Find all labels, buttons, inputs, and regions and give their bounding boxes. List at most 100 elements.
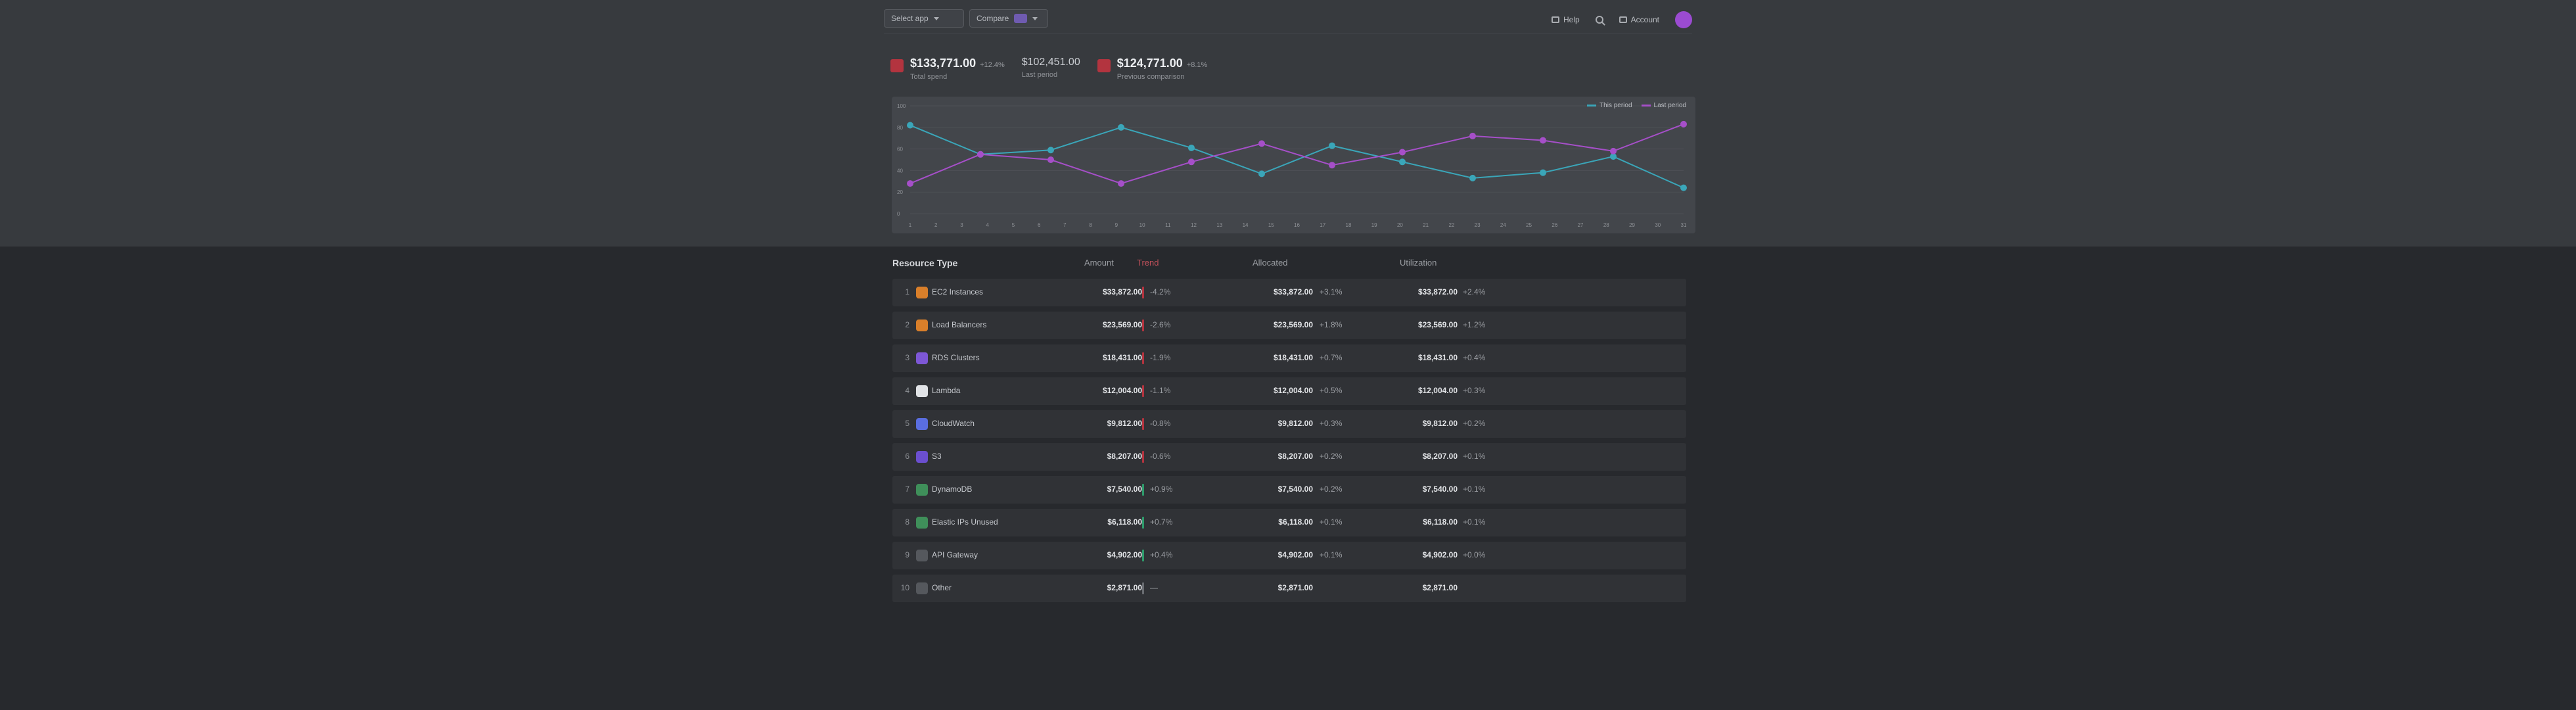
trend-indicator <box>1142 451 1144 463</box>
row-allocated: $33,872.00 <box>1273 287 1313 296</box>
column-header-allocated[interactable]: Allocated <box>1253 258 1287 268</box>
x-tick-label: 1 <box>909 222 912 228</box>
x-tick-label: 14 <box>1243 222 1249 228</box>
data-point[interactable] <box>1399 158 1406 166</box>
trend-indicator <box>1142 385 1144 397</box>
row-utilization: $2,871.00 <box>1422 583 1458 592</box>
row-trend-change: -1.9% <box>1150 353 1171 362</box>
x-tick-label: 28 <box>1603 222 1609 228</box>
row-trend-change: -0.8% <box>1150 419 1171 428</box>
x-tick-label: 12 <box>1191 222 1197 228</box>
row-name[interactable]: RDS Clusters <box>932 353 980 362</box>
row-utilization-change: +0.4% <box>1463 353 1486 362</box>
data-point[interactable] <box>977 151 984 158</box>
data-point[interactable] <box>1047 156 1054 163</box>
row-trend-change: -4.2% <box>1150 287 1171 296</box>
x-tick-label: 2 <box>934 222 938 228</box>
data-point[interactable] <box>1399 149 1406 156</box>
row-name[interactable]: CloudWatch <box>932 419 975 428</box>
x-tick-label: 13 <box>1216 222 1222 228</box>
row-utilization-change: +0.1% <box>1463 517 1486 527</box>
table-row[interactable]: 10 Other $2,871.00 — $2,871.00 $2,871.00 <box>892 575 1686 602</box>
table-row[interactable]: 6 S3 $8,207.00 -0.6% $8,207.00 +0.2% $8,207.00… <box>892 443 1686 471</box>
row-allocated: $2,871.00 <box>1277 583 1313 592</box>
table-row[interactable]: 7 DynamoDB $7,540.00 +0.9% $7,540.00 +0.2% $7,… <box>892 476 1686 504</box>
column-header-utilization[interactable]: Utilization <box>1400 258 1437 268</box>
service-logo-icon <box>916 287 928 298</box>
data-point[interactable] <box>907 180 913 187</box>
row-name[interactable]: Other <box>932 583 952 592</box>
app-select[interactable]: Select app <box>884 9 964 28</box>
row-utilization-change: +0.1% <box>1463 485 1486 494</box>
row-amount: $6,118.00 <box>1107 517 1142 527</box>
service-logo-icon <box>916 451 928 463</box>
data-point[interactable] <box>1258 140 1265 147</box>
row-rank: 3 <box>905 353 909 362</box>
row-name[interactable]: Lambda <box>932 386 960 395</box>
account-button[interactable]: Account <box>1619 15 1659 24</box>
data-point[interactable] <box>1469 132 1476 139</box>
data-point[interactable] <box>1329 142 1335 149</box>
row-rank: 2 <box>905 320 909 329</box>
stat-label: Last period <box>1021 71 1058 79</box>
trend-indicator <box>1142 484 1144 496</box>
row-name[interactable]: EC2 Instances <box>932 287 983 296</box>
row-utilization-change: +0.1% <box>1463 452 1486 461</box>
row-amount: $12,004.00 <box>1102 386 1142 395</box>
data-point[interactable] <box>1680 184 1687 191</box>
row-utilization: $8,207.00 <box>1422 452 1458 461</box>
data-point[interactable] <box>1258 170 1265 178</box>
row-name[interactable]: API Gateway <box>932 550 978 559</box>
data-point[interactable] <box>1469 174 1476 181</box>
avatar[interactable] <box>1675 11 1692 28</box>
trend-indicator <box>1142 517 1144 529</box>
data-point[interactable] <box>907 122 913 129</box>
x-tick-label: 26 <box>1552 222 1557 228</box>
search-button[interactable] <box>1595 16 1603 24</box>
row-utilization: $18,431.00 <box>1417 353 1458 362</box>
row-name[interactable]: S3 <box>932 452 942 461</box>
trend-indicator <box>1142 582 1144 594</box>
help-button[interactable]: Help <box>1551 15 1580 24</box>
column-header-resource[interactable]: Resource Type <box>892 258 957 268</box>
row-allocated: $8,207.00 <box>1277 452 1313 461</box>
service-logo-icon <box>916 320 928 331</box>
row-trend-change: -0.6% <box>1150 452 1171 461</box>
table-row[interactable]: 9 API Gateway $4,902.00 +0.4% $4,902.00 +0.1%… <box>892 542 1686 569</box>
data-point[interactable] <box>1610 147 1617 154</box>
data-point[interactable] <box>1188 158 1195 166</box>
table-row[interactable]: 5 CloudWatch $9,812.00 -0.8% $9,812.00 +0.3% $… <box>892 410 1686 438</box>
user-icon <box>1619 16 1627 23</box>
row-name[interactable]: Load Balancers <box>932 320 986 329</box>
row-allocated-change: +3.1% <box>1320 287 1343 296</box>
column-header-trend[interactable]: Trend <box>1137 258 1159 268</box>
data-point[interactable] <box>1540 137 1546 144</box>
compare-select[interactable]: Compare <box>969 9 1048 28</box>
data-point[interactable] <box>1680 120 1687 128</box>
row-utilization-change: +0.3% <box>1463 386 1486 395</box>
legend-item[interactable]: Last period <box>1641 102 1686 109</box>
row-utilization: $23,569.00 <box>1417 320 1458 329</box>
row-allocated-change: +1.8% <box>1320 320 1343 329</box>
row-name[interactable]: DynamoDB <box>932 485 972 494</box>
row-amount: $8,207.00 <box>1107 452 1142 461</box>
table-row[interactable]: 2 Load Balancers $23,569.00 -2.6% $23,569.00… <box>892 312 1686 339</box>
row-name[interactable]: Elastic IPs Unused <box>932 517 998 527</box>
data-point[interactable] <box>1118 124 1124 131</box>
service-logo-icon <box>916 517 928 529</box>
table-row[interactable]: 4 Lambda $12,004.00 -1.1% $12,004.00 +0.5% $12… <box>892 377 1686 405</box>
row-utilization: $6,118.00 <box>1423 517 1458 527</box>
row-allocated: $23,569.00 <box>1273 320 1313 329</box>
service-logo-icon <box>916 550 928 561</box>
data-point[interactable] <box>1540 169 1546 176</box>
table-row[interactable]: 3 RDS Clusters $18,431.00 -1.9% $18,431.00 +0… <box>892 344 1686 372</box>
row-allocated: $12,004.00 <box>1273 386 1313 395</box>
table-row[interactable]: 1 EC2 Instances $33,872.00 -4.2% $33,872.00 +… <box>892 279 1686 306</box>
data-point[interactable] <box>1188 144 1195 151</box>
data-point[interactable] <box>1118 180 1124 187</box>
data-point[interactable] <box>1329 162 1335 169</box>
column-header-amount[interactable]: Amount <box>1084 258 1114 268</box>
legend-item[interactable]: This period <box>1587 102 1632 109</box>
table-row[interactable]: 8 Elastic IPs Unused $6,118.00 +0.7% $6,118.… <box>892 509 1686 536</box>
data-point[interactable] <box>1047 147 1054 154</box>
